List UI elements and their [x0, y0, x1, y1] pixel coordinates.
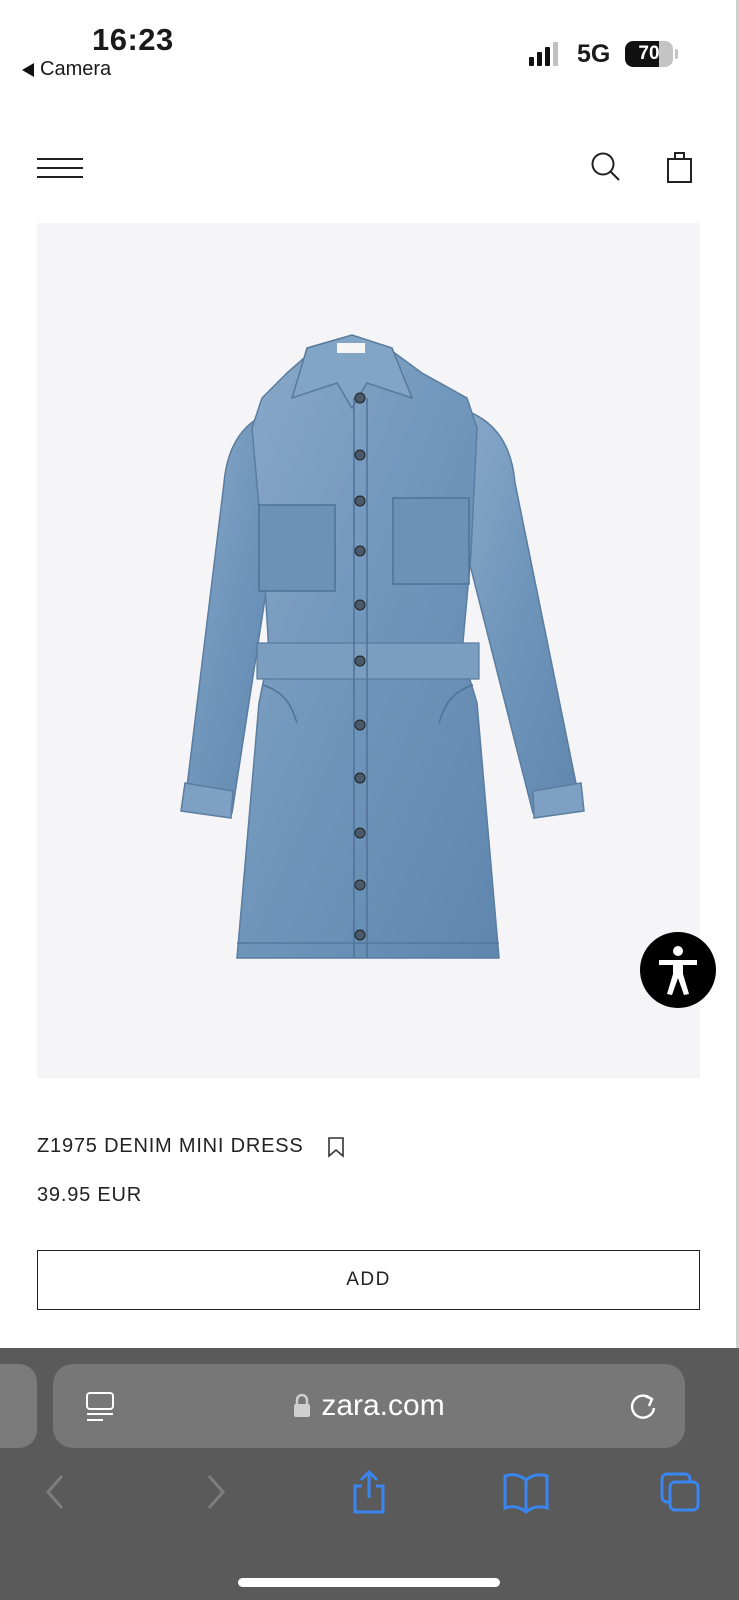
previous-tab-peek[interactable] [0, 1364, 37, 1448]
lock-icon [293, 1393, 311, 1418]
hamburger-menu-icon[interactable] [37, 156, 85, 180]
search-icon[interactable] [590, 150, 622, 184]
address-bar[interactable]: zara.com [53, 1364, 685, 1448]
bookmarks-icon[interactable] [503, 1470, 549, 1514]
accessibility-icon [659, 946, 697, 995]
back-triangle-icon [22, 62, 34, 77]
bookmark-icon[interactable] [326, 1136, 346, 1158]
network-type: 5G [577, 40, 611, 68]
accessibility-button[interactable] [640, 932, 716, 1008]
safari-toolbar: zara.com [0, 1348, 739, 1600]
home-indicator [238, 1578, 500, 1587]
battery-level: 70 [638, 43, 660, 64]
product-image[interactable] [37, 223, 700, 1078]
back-to-app-link[interactable]: Camera [22, 58, 111, 81]
back-icon[interactable] [36, 1470, 76, 1514]
tabs-icon[interactable] [660, 1470, 700, 1514]
add-to-bag-button[interactable]: ADD [37, 1250, 700, 1310]
reload-icon[interactable] [627, 1390, 659, 1424]
product-name: Z1975 DENIM MINI DRESS [37, 1135, 304, 1157]
product-price: 39.95 EUR [37, 1184, 143, 1206]
battery-icon: 70 [625, 41, 673, 67]
battery-cap [675, 49, 678, 59]
status-time: 16:23 [92, 22, 174, 57]
signal-strength-icon [529, 42, 558, 66]
product-name-row: Z1975 DENIM MINI DRESS [37, 1135, 346, 1158]
forward-icon[interactable] [195, 1470, 235, 1514]
shopping-bag-icon[interactable] [666, 150, 694, 184]
share-icon[interactable] [349, 1469, 389, 1514]
denim-dress-illustration [180, 334, 585, 959]
address-url: zara.com [321, 1389, 445, 1422]
address-content: zara.com [53, 1364, 685, 1448]
back-app-label: Camera [40, 58, 112, 80]
